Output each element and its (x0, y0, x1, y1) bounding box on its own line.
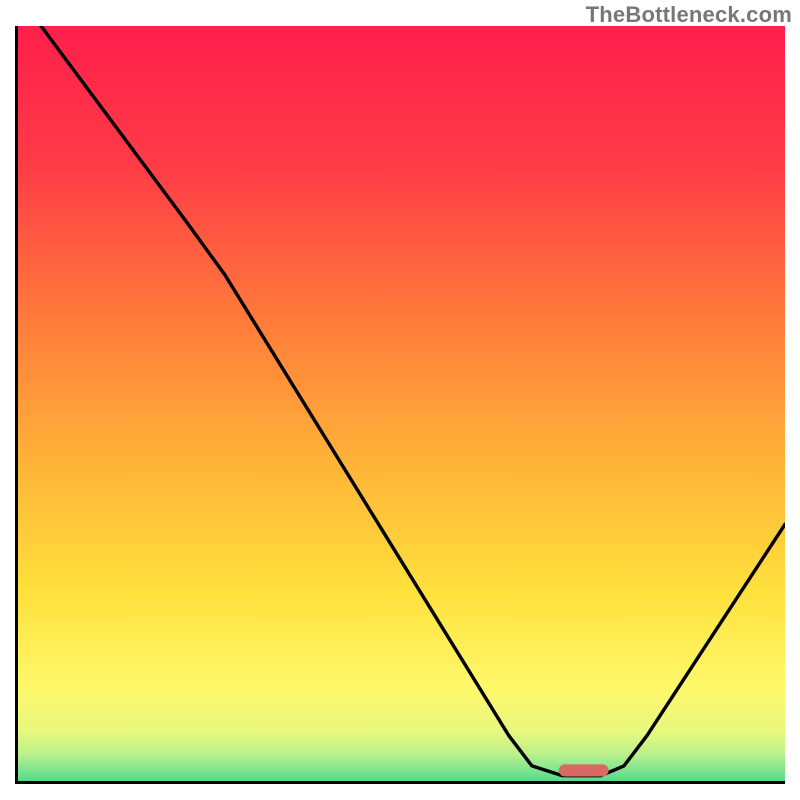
optimal-marker (559, 764, 609, 776)
bottleneck-curve-path (41, 26, 785, 776)
plot-area (15, 26, 785, 784)
curve-layer (18, 26, 785, 781)
watermark-text: TheBottleneck.com (586, 2, 792, 28)
chart-container: TheBottleneck.com (0, 0, 800, 800)
